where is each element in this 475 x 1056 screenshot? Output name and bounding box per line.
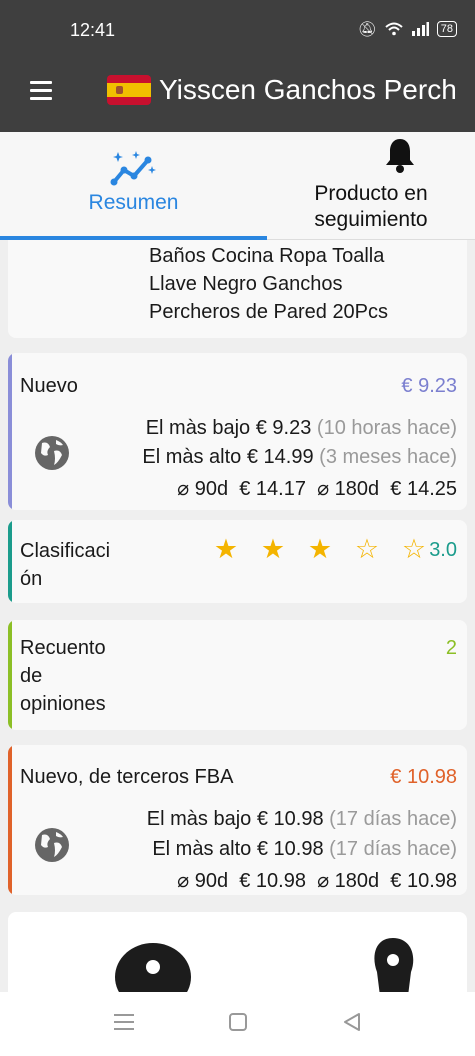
product-title-card: Baños Cocina Ropa Toalla Llave Negro Gan…: [8, 240, 467, 338]
app-bar: Yisscen Ganchos Perch: [0, 60, 475, 132]
fba-lowest-row: El màs bajo € 10.98 (17 días hace): [146, 808, 457, 830]
reviews-card[interactable]: Recuento de opiniones 2: [8, 620, 467, 730]
spain-flag-icon: [107, 75, 151, 105]
signal-icon: [411, 22, 429, 36]
wifi-icon: [385, 22, 403, 36]
tab-producto-label: Producto en seguimiento: [314, 182, 428, 231]
nav-home-icon[interactable]: [228, 1012, 248, 1032]
rating-label: Clasificaci ón: [20, 540, 111, 590]
product-title-line2: Llave Negro Ganchos: [149, 273, 343, 295]
nav-back-icon[interactable]: [342, 1012, 362, 1032]
tab-producto-seguimiento[interactable]: Producto en seguimiento: [267, 132, 475, 240]
product-image[interactable]: [8, 912, 467, 1002]
globe-icon: [35, 436, 69, 470]
rating-stars: ★ ★ ★ ☆ ☆: [208, 534, 432, 565]
nav-menu-icon[interactable]: [113, 1012, 135, 1032]
status-bar: 12:41 🔕︎ 78: [0, 0, 475, 60]
bell-icon: [386, 139, 414, 173]
tab-bar: Resumen Producto en seguimiento: [0, 132, 475, 240]
fba-highest-row: El màs alto € 10.98 (17 días hace): [152, 838, 457, 860]
mute-icon: 🔕︎: [357, 21, 377, 38]
status-time: 12:41: [70, 20, 116, 40]
star-icon: ★: [213, 534, 239, 564]
reviews-stripe: [8, 620, 12, 730]
reviews-value: 2: [445, 637, 457, 659]
product-title-line3: Percheros de Pared 20Pcs: [149, 301, 389, 323]
new-highest-row: El màs alto € 14.99 (3 meses hace): [142, 446, 457, 468]
page-title: Yisscen Ganchos Perch: [159, 74, 457, 105]
star-outline-icon: ☆: [401, 534, 427, 564]
star-icon: ★: [260, 534, 286, 564]
globe-icon: [35, 828, 69, 862]
menu-icon[interactable]: [30, 81, 52, 101]
fba-price: € 10.98: [390, 766, 457, 788]
rating-card[interactable]: Clasificaci ón ★ ★ ★ ☆ ☆ 3.0: [8, 520, 467, 603]
new-price-stripe: [8, 353, 12, 510]
fba-price-card[interactable]: Nuevo, de terceros FBA € 10.98 El màs ba…: [8, 745, 467, 895]
tab-resumen-label: Resumen: [88, 191, 179, 214]
fba-label: Nuevo, de terceros FBA: [20, 766, 234, 788]
battery-icon: 78: [436, 21, 457, 37]
reviews-label: Recuento de opiniones: [20, 637, 106, 715]
new-average-row: ⌀ 90d € 14.17 ⌀ 180d € 14.25: [177, 478, 457, 500]
rating-stripe: [8, 520, 12, 603]
new-price-card[interactable]: Nuevo € 9.23 El màs bajo € 9.23 (10 hora…: [8, 353, 467, 510]
star-outline-icon: ☆: [354, 534, 380, 564]
sparkle-chart-icon: [110, 151, 156, 186]
product-title-line1: Baños Cocina Ropa Toalla: [149, 245, 385, 267]
star-icon: ★: [307, 534, 333, 564]
tab-resumen[interactable]: Resumen: [0, 132, 267, 240]
new-label: Nuevo: [20, 375, 78, 397]
fba-stripe: [8, 745, 12, 895]
new-lowest-row: El màs bajo € 9.23 (10 horas hace): [145, 417, 457, 439]
system-nav-bar: [0, 992, 475, 1056]
rating-value: 3.0: [429, 539, 457, 561]
status-icons: 🔕︎ 78: [358, 20, 457, 38]
new-price: € 9.23: [401, 375, 457, 397]
fba-average-row: ⌀ 90d € 10.98 ⌀ 180d € 10.98: [177, 870, 457, 892]
